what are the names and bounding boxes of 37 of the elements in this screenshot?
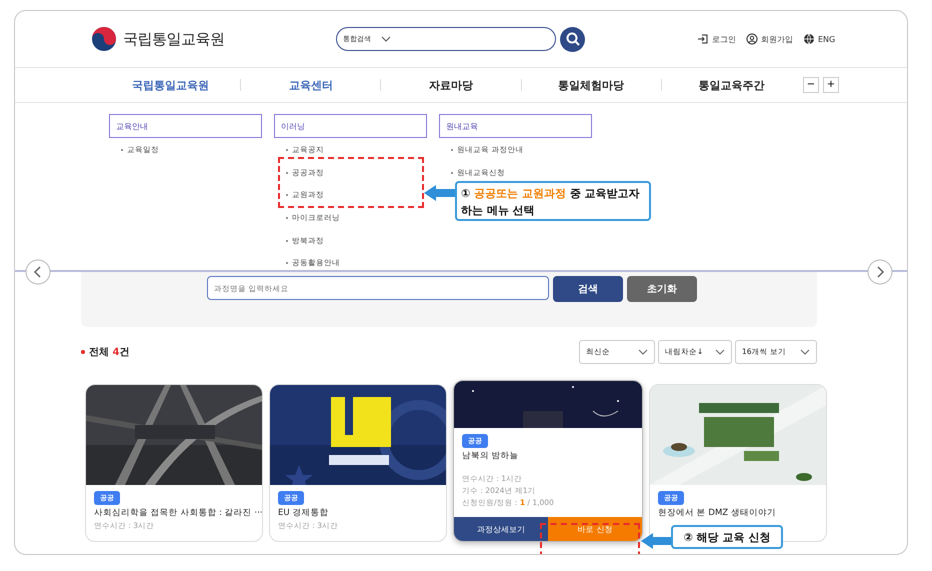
- globe-icon: [803, 33, 815, 45]
- chevron-right-icon: [867, 259, 893, 285]
- user-icon: [746, 33, 758, 45]
- detail-button[interactable]: 과정상세보기: [454, 517, 548, 541]
- nav-tab[interactable]: 교육센터: [241, 78, 380, 92]
- chevron-down-icon: [638, 349, 648, 355]
- emblem-icon: [91, 26, 117, 52]
- utility-link[interactable]: 회원가입: [746, 33, 793, 45]
- callout-text: ② 해당 교육 신청: [671, 525, 783, 549]
- chevron-down-icon: [715, 349, 725, 355]
- zoom-button[interactable]: +: [823, 77, 839, 93]
- course-title: 사회심리학을 접목한 사회통합 : 갈라진 ···: [94, 507, 262, 519]
- nav-tab[interactable]: 통일체험마당: [522, 78, 661, 92]
- utility-link[interactable]: ENG: [803, 33, 836, 45]
- callout-text: ① 공공또는 교원과정 중 교육받고자 하는 메뉴 선택: [455, 181, 651, 221]
- course-title: EU 경제통합: [278, 507, 328, 519]
- search-button[interactable]: 검색: [553, 276, 623, 302]
- course-title: 남북의 밤하늘: [462, 450, 519, 462]
- menu-heading[interactable]: 이러닝: [274, 114, 427, 138]
- zoom-button[interactable]: −: [803, 77, 819, 93]
- login-icon: [697, 33, 709, 45]
- bullet-icon: [81, 350, 85, 354]
- utility-link[interactable]: 로그인: [697, 33, 736, 45]
- result-count: 전체 4건: [89, 346, 130, 359]
- menu-heading[interactable]: 원내교육: [439, 114, 592, 138]
- site-logo-text[interactable]: 국립통일교육원: [123, 30, 224, 48]
- search-icon: [566, 32, 580, 46]
- reset-button[interactable]: 초기화: [627, 276, 697, 302]
- chevron-left-icon: [25, 259, 51, 285]
- course-title: 현장에서 본 DMZ 생태이야기: [658, 507, 776, 519]
- nav-tab[interactable]: 통일교육주간: [662, 78, 802, 92]
- nav-tab[interactable]: 국립통일교육원: [101, 78, 240, 92]
- chevron-down-icon: [800, 349, 810, 355]
- nav-tab[interactable]: 자료마당: [381, 78, 521, 92]
- chevron-down-icon: [381, 36, 391, 42]
- menu-heading[interactable]: 교육안내: [109, 114, 262, 138]
- search-button[interactable]: [560, 26, 585, 52]
